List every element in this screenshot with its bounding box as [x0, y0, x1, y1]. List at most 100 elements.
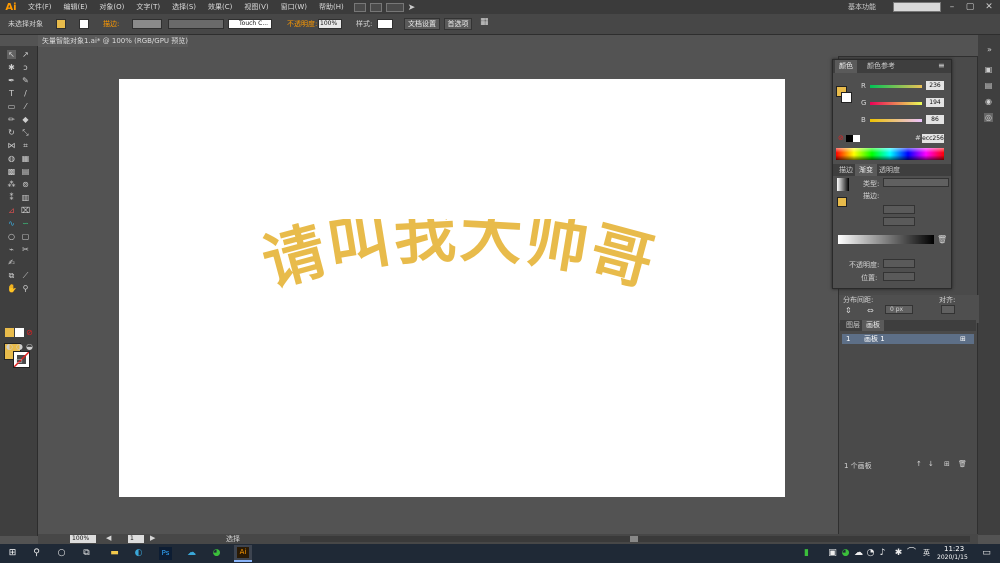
- gradient-angle-input[interactable]: [883, 205, 915, 214]
- move-up-icon[interactable]: ↑: [916, 460, 922, 468]
- puppet-warp-icon[interactable]: ∿: [7, 219, 16, 228]
- volume-icon[interactable]: ♪: [876, 547, 889, 560]
- minimize-icon[interactable]: –: [946, 1, 958, 13]
- none-mode-icon[interactable]: ⊘: [25, 328, 34, 337]
- eyedropper-tool-icon[interactable]: ⁂: [7, 180, 16, 189]
- task-view-icon[interactable]: ⧉: [80, 547, 93, 560]
- knife-tool-icon[interactable]: ⌁: [7, 245, 16, 254]
- gradient-tool-icon[interactable]: ▤: [21, 167, 30, 176]
- ime-icon[interactable]: 英: [920, 547, 933, 560]
- rectangle-tool-icon[interactable]: ▭: [7, 102, 16, 111]
- menu-view[interactable]: 视图(V): [238, 2, 274, 12]
- workspace-switcher[interactable]: 基本功能: [848, 2, 876, 12]
- none-swatch-icon[interactable]: ⊘: [838, 135, 845, 142]
- gradient-slider[interactable]: [838, 235, 934, 244]
- delete-artboard-icon[interactable]: 🗑: [958, 460, 967, 468]
- slice-tool-icon[interactable]: ⌧: [21, 206, 30, 215]
- hand-tool-icon[interactable]: ✋: [7, 284, 17, 293]
- illustrator-taskbar-item[interactable]: Ai: [234, 545, 252, 562]
- tab-artboards[interactable]: 画板: [862, 320, 884, 331]
- width-tool-icon[interactable]: ⋈: [7, 141, 16, 150]
- spacing-input[interactable]: 0 px: [885, 305, 913, 314]
- measure-tool-icon[interactable]: ⟋: [21, 271, 30, 280]
- delete-stop-icon[interactable]: 🗑: [937, 235, 947, 244]
- tab-layers[interactable]: 图层: [842, 320, 864, 331]
- eraser-tool-icon[interactable]: ◆: [21, 115, 30, 124]
- menu-object[interactable]: 对象(O): [93, 2, 130, 12]
- scissors-tool-icon[interactable]: ✂: [21, 245, 30, 254]
- rotate-tool-icon[interactable]: ↻: [7, 128, 16, 137]
- join-tool-icon[interactable]: ∽: [21, 219, 30, 228]
- menu-window[interactable]: 窗口(W): [275, 2, 313, 12]
- lasso-tool-icon[interactable]: ↄ: [21, 63, 30, 72]
- bluetooth-icon[interactable]: ✱: [892, 547, 905, 560]
- wechat-tray-icon[interactable]: ◕: [839, 547, 852, 560]
- gradient-opacity-input[interactable]: [883, 259, 915, 268]
- blob-brush-tool-icon[interactable]: ✍: [7, 258, 16, 267]
- photoshop-icon[interactable]: Ps: [159, 547, 172, 560]
- menu-type[interactable]: 文字(T): [130, 2, 166, 12]
- r-slider[interactable]: [870, 85, 922, 88]
- wechat-icon[interactable]: ◕: [210, 547, 223, 560]
- gradient-aspect-input[interactable]: [883, 217, 915, 226]
- maximize-icon[interactable]: ▢: [964, 1, 976, 13]
- appearance-icon[interactable]: ◎: [984, 113, 993, 122]
- selection-tool-icon[interactable]: ↖: [7, 50, 16, 59]
- zoom-input[interactable]: 100%: [70, 535, 96, 543]
- cortana-icon[interactable]: ○: [55, 547, 68, 560]
- gradient-fill-swatch[interactable]: [837, 197, 847, 207]
- artwork-text[interactable]: 请叫我大帅哥: [224, 219, 694, 309]
- arrange-documents-icon[interactable]: ▦: [480, 17, 489, 27]
- symbol-sprayer-tool-icon[interactable]: ⁑: [7, 193, 16, 202]
- ellipse-tool-icon[interactable]: ○: [7, 232, 16, 241]
- opacity-label[interactable]: 不透明度:: [287, 19, 317, 29]
- r-value[interactable]: 236: [926, 81, 944, 90]
- browser-icon[interactable]: ◐: [132, 547, 145, 560]
- artboard-alt-tool-icon[interactable]: ⧉: [7, 271, 16, 280]
- close-icon[interactable]: ✕: [983, 1, 995, 13]
- stroke-swatch[interactable]: [79, 19, 89, 29]
- black-swatch[interactable]: [846, 135, 853, 142]
- blend-tool-icon[interactable]: ⊚: [21, 180, 30, 189]
- menu-select[interactable]: 选择(S): [166, 2, 202, 12]
- g-slider[interactable]: [870, 102, 922, 105]
- gradient-preview[interactable]: [837, 178, 849, 191]
- type-tool-icon[interactable]: T: [7, 89, 16, 98]
- white-swatch[interactable]: [853, 135, 860, 142]
- shape-builder-tool-icon[interactable]: ◍: [7, 154, 16, 163]
- battery-icon[interactable]: ▮: [800, 547, 813, 560]
- magic-wand-icon[interactable]: ✱: [7, 63, 16, 72]
- notification-icon[interactable]: ▭: [980, 547, 993, 560]
- windows-start-icon[interactable]: ⊞: [6, 547, 19, 560]
- free-transform-tool-icon[interactable]: ⌗: [21, 141, 30, 150]
- document-setup-button[interactable]: 文档设置: [404, 18, 440, 30]
- menu-help[interactable]: 帮助(H): [313, 2, 350, 12]
- bridge-icon[interactable]: [353, 2, 366, 12]
- pencil-tool-icon[interactable]: ✏: [7, 115, 16, 124]
- gradient-position-input[interactable]: [883, 272, 915, 281]
- document-tab[interactable]: 矢量智能对象1.ai* @ 100% (RGB/GPU 预览): [38, 35, 188, 47]
- search-input[interactable]: [893, 2, 941, 12]
- g-value[interactable]: 194: [926, 98, 944, 107]
- swatches-icon[interactable]: ◉: [984, 97, 993, 106]
- rounded-rect-tool-icon[interactable]: ▢: [21, 232, 30, 241]
- distribute-horizontal-icon[interactable]: ⇔: [867, 306, 874, 315]
- direct-selection-tool-icon[interactable]: ↗: [21, 50, 30, 59]
- stroke-weight-input[interactable]: [132, 19, 162, 29]
- tab-gradient[interactable]: 渐变: [855, 164, 877, 176]
- gradient-type-select[interactable]: [883, 178, 949, 187]
- menu-edit[interactable]: 编辑(E): [58, 2, 94, 12]
- artboard-number-input[interactable]: 1: [128, 535, 144, 543]
- move-down-icon[interactable]: ↓: [928, 460, 934, 468]
- preferences-button[interactable]: 首选项: [444, 18, 472, 30]
- next-artboard-icon[interactable]: ▶: [150, 534, 155, 542]
- clock-time[interactable]: 11:23: [944, 545, 964, 553]
- distribute-vertical-icon[interactable]: ⇕: [845, 306, 852, 315]
- panel-menu-icon[interactable]: ≡: [938, 61, 945, 70]
- paintbrush-tool-icon[interactable]: ⁄: [21, 102, 30, 111]
- align-to-select[interactable]: [941, 305, 955, 314]
- artboard-row[interactable]: 1 画板 1 ⊞: [842, 334, 974, 344]
- draw-normal-icon[interactable]: ◐: [5, 342, 14, 351]
- panel-stroke-swatch[interactable]: [841, 92, 852, 103]
- brush-select[interactable]: Touch C...: [228, 19, 272, 29]
